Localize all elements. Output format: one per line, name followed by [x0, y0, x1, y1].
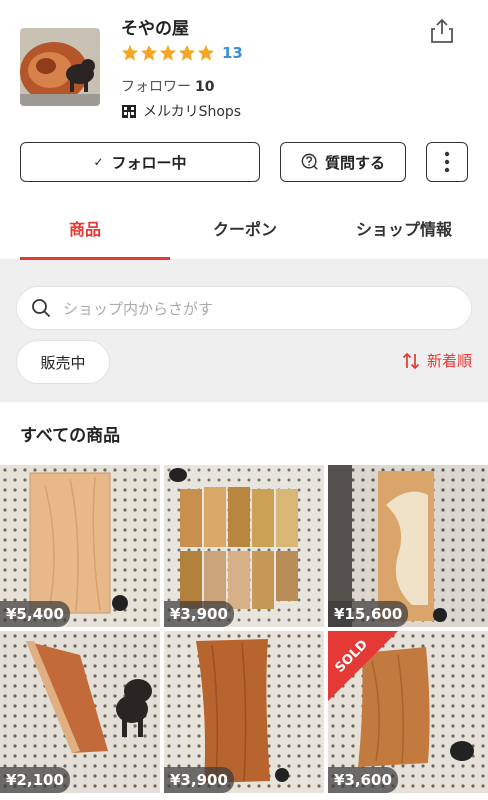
sort-label: 新着順: [426, 352, 472, 370]
tab-coupons[interactable]: クーポン: [170, 196, 320, 260]
rating-count: 13: [222, 44, 243, 62]
price-tag: ¥3,900: [164, 767, 234, 793]
product-tile[interactable]: SOLD ¥3,600: [328, 631, 488, 793]
followers: フォロワー 10: [121, 76, 214, 96]
product-tile[interactable]: ¥3,900: [164, 465, 324, 627]
price-tag: ¥15,600: [328, 601, 409, 627]
filter-area: ショップ内からさがす 販売中 新着順: [0, 260, 488, 402]
rating[interactable]: 13: [121, 44, 243, 62]
tab-shop-info[interactable]: ショップ情報: [320, 196, 488, 260]
followers-count: 10: [195, 79, 215, 95]
ask-question-button[interactable]: 質問する: [280, 142, 406, 182]
price-tag: ¥3,900: [164, 601, 234, 627]
star-icon: [159, 44, 177, 61]
star-icon: [197, 44, 215, 61]
follow-button-label: フォロー中: [111, 153, 187, 172]
product-tile[interactable]: ¥2,100: [0, 631, 160, 793]
more-vertical-icon: [444, 151, 450, 173]
product-grid: ¥5,400 ¥3,900 ¥15,600 ¥2,100 ¥3,900 SOLD…: [0, 465, 488, 800]
platform-label: メルカリShops: [143, 104, 242, 120]
product-tile[interactable]: ¥5,400: [0, 465, 160, 627]
followers-label: フォロワー: [121, 79, 191, 95]
shop-avatar[interactable]: [20, 28, 100, 106]
tab-products[interactable]: 商品: [0, 196, 170, 260]
action-bar: ✓ フォロー中 質問する: [0, 142, 488, 182]
search-input[interactable]: ショップ内からさがす: [16, 286, 472, 330]
shop-header: そやの屋 13 フォロワー 10 メルカリShops: [0, 0, 488, 130]
search-placeholder: ショップ内からさがす: [63, 299, 214, 318]
price-tag: ¥2,100: [0, 767, 70, 793]
check-icon: ✓: [93, 155, 104, 169]
shop-name: そやの屋: [121, 19, 189, 39]
share-icon[interactable]: [430, 18, 454, 44]
search-icon: [32, 299, 51, 318]
section-title: すべての商品: [20, 426, 121, 446]
product-tile[interactable]: ¥15,600: [328, 465, 488, 627]
shop-building-icon: [122, 105, 136, 118]
star-icon: [140, 44, 158, 61]
question-bubble-icon: [301, 153, 318, 170]
ask-question-label: 質問する: [324, 153, 385, 172]
shop-tabs: 商品 クーポン ショップ情報: [0, 196, 488, 260]
star-icon: [121, 44, 139, 61]
status-filter-chip[interactable]: 販売中: [16, 340, 110, 384]
price-tag: ¥3,600: [328, 767, 398, 793]
product-tile[interactable]: ¥3,900: [164, 631, 324, 793]
sort-button[interactable]: 新着順: [401, 350, 472, 371]
sort-arrows-icon: [402, 352, 420, 369]
more-options-button[interactable]: [426, 142, 468, 182]
price-tag: ¥5,400: [0, 601, 70, 627]
star-icon: [178, 44, 196, 61]
follow-button[interactable]: ✓ フォロー中: [20, 142, 260, 182]
platform-badge: メルカリShops: [121, 101, 241, 121]
